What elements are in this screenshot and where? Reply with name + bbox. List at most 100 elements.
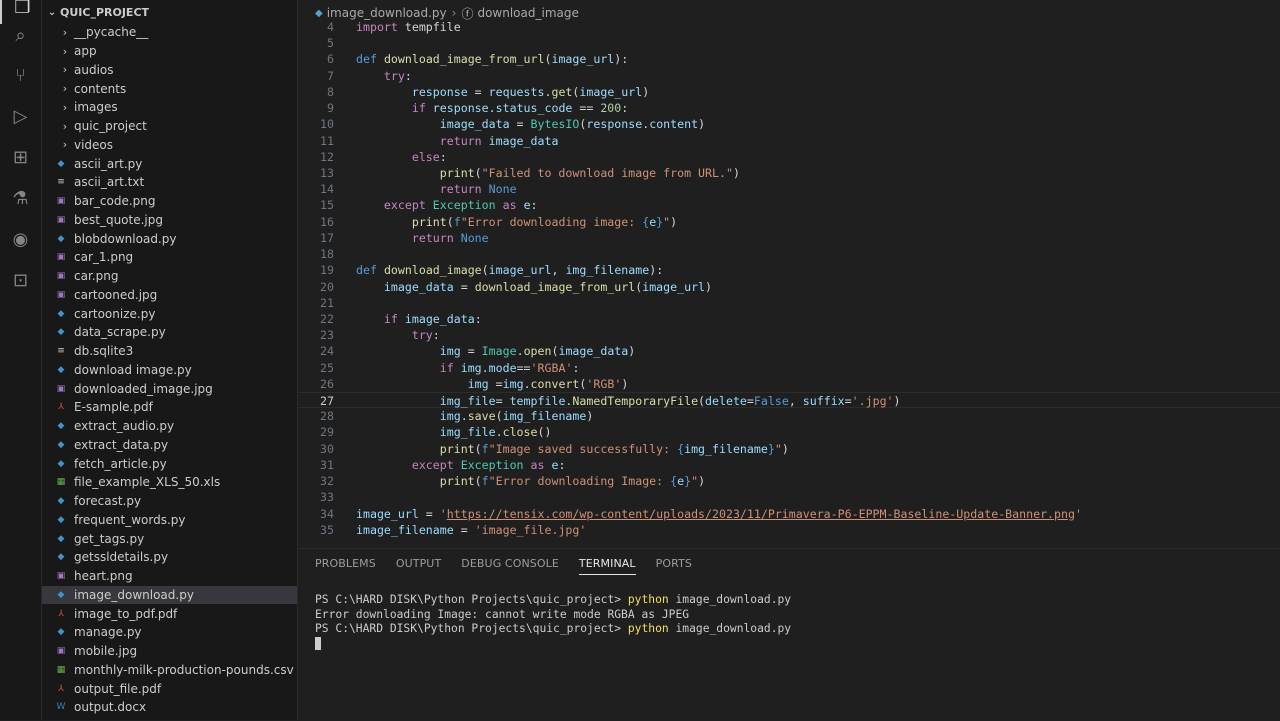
- code-line[interactable]: 22 if image_data:: [298, 311, 1280, 327]
- tree-file[interactable]: ◆ getssldetails.py: [42, 548, 297, 567]
- tree-file[interactable]: ▣ cartooned.jpg: [42, 286, 297, 305]
- code-line[interactable]: 27 img_file= tempfile.NamedTemporaryFile…: [298, 392, 1280, 409]
- terminal-cursor-line[interactable]: [315, 637, 791, 652]
- tree-file[interactable]: ◆ forecast.py: [42, 492, 297, 511]
- code-line[interactable]: 14 return None: [298, 181, 1280, 197]
- tree-file[interactable]: ◆ extract_data.py: [42, 436, 297, 455]
- breadcrumb-symbol[interactable]: download_image: [477, 6, 578, 20]
- code-line[interactable]: 31 except Exception as e:: [298, 457, 1280, 473]
- code-line[interactable]: 8 response = requests.get(image_url): [298, 84, 1280, 100]
- tree-file[interactable]: ◆ extract_audio.py: [42, 417, 297, 436]
- code-line[interactable]: 18: [298, 246, 1280, 262]
- tab-problems[interactable]: PROBLEMS: [315, 557, 376, 575]
- remote-icon[interactable]: ◉: [0, 222, 41, 256]
- tree-file[interactable]: ▣ mobile.jpg: [42, 642, 297, 661]
- tab-output[interactable]: OUTPUT: [396, 557, 441, 575]
- code-line[interactable]: 19 def download_image(image_url, img_file…: [298, 262, 1280, 278]
- code-line[interactable]: 4 import tempfile: [298, 19, 1280, 35]
- tree-file[interactable]: ⅄ output_file.pdf: [42, 679, 297, 698]
- tree-file[interactable]: ▣ downloaded_image.jpg: [42, 379, 297, 398]
- code-line[interactable]: 17 return None: [298, 230, 1280, 246]
- tree-item-label: audios: [74, 62, 114, 77]
- tree-folder[interactable]: › app: [42, 42, 297, 61]
- code-line[interactable]: 23 try:: [298, 327, 1280, 343]
- code-line[interactable]: 24 img = Image.open(image_data): [298, 343, 1280, 359]
- terminal-icon[interactable]: ⊡: [0, 263, 41, 297]
- code-line[interactable]: 25 if img.mode=='RGBA':: [298, 360, 1280, 376]
- code-token: (: [446, 214, 454, 229]
- code-token: as: [530, 457, 545, 472]
- tree-file[interactable]: ◆ get_tags.py: [42, 529, 297, 548]
- code-line[interactable]: 9 if response.status_code == 200:: [298, 100, 1280, 116]
- code-line[interactable]: 15 except Exception as e:: [298, 197, 1280, 213]
- tree-file[interactable]: ◆ download image.py: [42, 361, 297, 380]
- explorer-project-header[interactable]: ⌄ QUIC_PROJECT: [42, 3, 297, 22]
- tree-folder[interactable]: › __pycache__: [42, 23, 297, 42]
- tab-terminal[interactable]: TERMINAL: [578, 557, 636, 575]
- source-control-icon[interactable]: ⑂: [0, 58, 41, 92]
- tree-file[interactable]: ▦ monthly-milk-production-pounds.csv: [42, 661, 297, 680]
- search-icon[interactable]: ⌕: [0, 18, 41, 52]
- tree-file[interactable]: Woutput.docx: [42, 698, 297, 717]
- code-line[interactable]: 7 try:: [298, 68, 1280, 84]
- code-line[interactable]: 32 print(f"Error downloading Image: {e}"…: [298, 473, 1280, 489]
- tree-item-label: extract_data.py: [74, 437, 169, 452]
- tree-file[interactable]: ⅄ image_to_pdf.pdf: [42, 604, 297, 623]
- terminal-text: Error downloading Image: cannot write mo…: [315, 607, 690, 621]
- tree-file[interactable]: ◆ manage.py: [42, 623, 297, 642]
- testing-icon[interactable]: ⚗: [0, 181, 41, 215]
- code-text: print(f"Error downloading Image: {e}"): [356, 473, 705, 489]
- code-line[interactable]: 12 else:: [298, 149, 1280, 165]
- code-line[interactable]: 30 print(f"Image saved successfully: {im…: [298, 441, 1280, 457]
- tree-item-label: manage.py: [74, 625, 142, 640]
- code-lines[interactable]: 4 import tempfile 5 6 def download_image_fro…: [298, 19, 1280, 538]
- code-line[interactable]: 35 image_filename = 'image_file.jpg': [298, 522, 1280, 538]
- code-line[interactable]: 13 print("Failed to download image from …: [298, 165, 1280, 181]
- run-debug-icon[interactable]: ▷: [0, 99, 41, 133]
- code-text: image_data = download_image_from_url(ima…: [356, 279, 712, 295]
- code-line[interactable]: 28 img.save(img_filename): [298, 408, 1280, 424]
- code-token: }: [767, 441, 775, 456]
- terminal-output[interactable]: PS C:\HARD DISK\Python Projects\quic_pro…: [315, 593, 791, 651]
- tree-file[interactable]: ▣ bar_code.png: [42, 192, 297, 211]
- code-line[interactable]: 5: [298, 35, 1280, 51]
- tree-file[interactable]: ◆ fetch_article.py: [42, 454, 297, 473]
- tree-file[interactable]: ◆ image_download.py: [42, 585, 297, 605]
- tree-folder[interactable]: › audios: [42, 61, 297, 80]
- tree-file[interactable]: ◆ data_scrape.py: [42, 323, 297, 342]
- tree-file[interactable]: ≡ ascii_art.txt: [42, 173, 297, 192]
- tree-folder[interactable]: › videos: [42, 136, 297, 155]
- tree-file[interactable]: ◆ cartoonize.py: [42, 304, 297, 323]
- code-line[interactable]: 26 img =img.convert('RGB'): [298, 376, 1280, 392]
- tree-file[interactable]: ▣ best_quote.jpg: [42, 211, 297, 230]
- code-line[interactable]: 34 image_url = 'https://tensix.com/wp-con…: [298, 506, 1280, 522]
- tree-file[interactable]: ◆ blobdownload.py: [42, 229, 297, 248]
- tree-file[interactable]: ▣ car.png: [42, 267, 297, 286]
- tree-file[interactable]: ⅄ E-sample.pdf: [42, 398, 297, 417]
- tree-file[interactable]: ▣ car_1.png: [42, 248, 297, 267]
- tree-folder[interactable]: › quic_project: [42, 117, 297, 136]
- code-line[interactable]: 11 return image_data: [298, 133, 1280, 149]
- tree-folder[interactable]: › images: [42, 98, 297, 117]
- code-line[interactable]: 33: [298, 489, 1280, 505]
- breadcrumb-file[interactable]: image_download.py: [327, 6, 447, 20]
- code-text: try:: [356, 327, 440, 343]
- py-file-icon: ◆: [57, 627, 65, 638]
- extensions-icon[interactable]: ⊞: [0, 140, 41, 174]
- code-line[interactable]: 6 def download_image_from_url(image_url):: [298, 51, 1280, 67]
- code-text: img = Image.open(image_data): [356, 343, 636, 359]
- code-line[interactable]: 10 image_data = BytesIO(response.content…: [298, 116, 1280, 132]
- tree-file[interactable]: ▣ heart.png: [42, 567, 297, 586]
- tree-file[interactable]: ◆ ascii_art.py: [42, 154, 297, 173]
- code-line[interactable]: 21: [298, 295, 1280, 311]
- tree-file[interactable]: ▦ file_example_XLS_50.xls: [42, 473, 297, 492]
- tab-ports[interactable]: PORTS: [656, 557, 692, 575]
- code-line[interactable]: 29 img_file.close(): [298, 424, 1280, 440]
- tree-folder[interactable]: › contents: [42, 79, 297, 98]
- tree-file[interactable]: ≡ db.sqlite3: [42, 342, 297, 361]
- code-editor[interactable]: ◆ image_download.py › ⓕ download_image 4…: [298, 0, 1280, 548]
- code-line[interactable]: 16 print(f"Error downloading image: {e}"…: [298, 214, 1280, 230]
- code-line[interactable]: 20 image_data = download_image_from_url(…: [298, 279, 1280, 295]
- tab-debug-console[interactable]: DEBUG CONSOLE: [461, 557, 559, 575]
- tree-file[interactable]: ◆ frequent_words.py: [42, 511, 297, 530]
